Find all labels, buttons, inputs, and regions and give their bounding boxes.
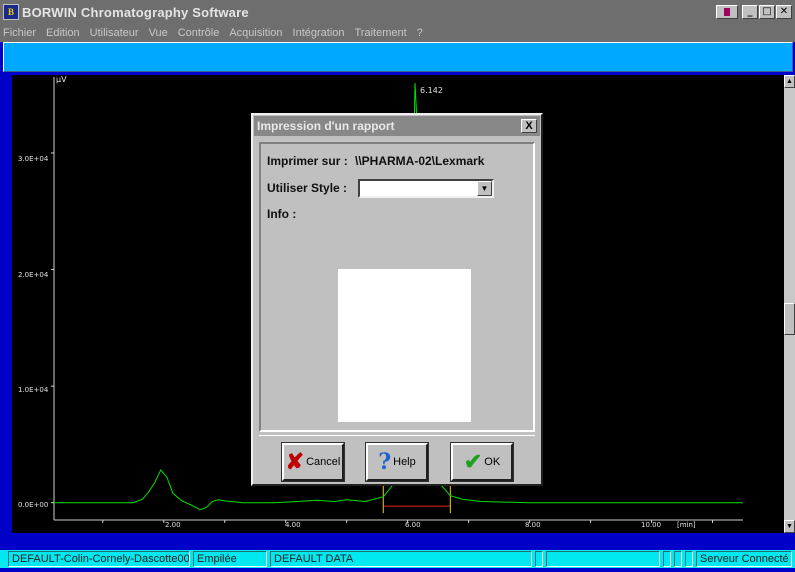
ok-button-label: OK xyxy=(484,456,501,468)
x-tick-label: 2.00 xyxy=(165,521,181,529)
menu-integration[interactable]: Intégration xyxy=(293,27,345,39)
style-label: Utiliser Style : xyxy=(267,181,348,195)
printer-label: Imprimer sur : xyxy=(267,154,348,168)
peak-label: 6.142 xyxy=(420,86,443,95)
menu-utilisateur[interactable]: Utilisateur xyxy=(90,27,139,39)
x-tick-label: 4.00 xyxy=(285,521,301,529)
status-cell xyxy=(674,551,682,567)
title-bar[interactable]: B BORWIN Chromatography Software _ □ ✕ xyxy=(0,0,795,24)
status-data: DEFAULT DATA xyxy=(270,551,532,567)
help-context-icon[interactable] xyxy=(716,5,738,19)
status-cell xyxy=(546,551,660,567)
status-bar: DEFAULT-Colin-Cornely-Dascotte00 Empilée… xyxy=(0,550,795,568)
x-axis-unit: [min] xyxy=(677,521,696,529)
scroll-up-arrow[interactable]: ▲ xyxy=(784,75,795,88)
scroll-thumb[interactable] xyxy=(784,303,795,335)
x-tick-label: 10.00 xyxy=(641,521,662,529)
y-axis-label: µV xyxy=(56,75,67,84)
app-icon: B xyxy=(3,4,19,20)
style-select[interactable]: ▼ xyxy=(358,179,494,198)
menu-fichier[interactable]: Fichier xyxy=(3,27,36,39)
dialog-body: Imprimer sur : \\PHARMA-02\Lexmark Utili… xyxy=(259,142,535,432)
menu-acquisition[interactable]: Acquisition xyxy=(229,27,282,39)
help-button-label: Help xyxy=(393,456,416,468)
maximize-button[interactable]: □ xyxy=(759,5,775,19)
dialog-title: Impression d'un rapport xyxy=(257,119,395,133)
menu-help[interactable]: ? xyxy=(417,27,423,39)
print-report-dialog: Impression d'un rapport X Imprimer sur :… xyxy=(251,113,543,486)
check-icon: ✔ xyxy=(463,449,483,474)
status-server: Serveur Connecté xyxy=(696,551,792,567)
menu-controle[interactable]: Contrôle xyxy=(178,27,220,39)
y-tick-label: 2.0E+04 xyxy=(18,271,49,279)
report-preview xyxy=(338,269,471,422)
minimize-button[interactable]: _ xyxy=(742,5,758,19)
y-tick-label: 3.0E+04 xyxy=(18,155,49,163)
menu-vue[interactable]: Vue xyxy=(149,27,168,39)
dialog-button-area: ✘ Cancel ? Help ✔ OK xyxy=(259,435,535,482)
x-tick-label: 6.00 xyxy=(405,521,421,529)
status-cell xyxy=(685,551,693,567)
status-project: DEFAULT-Colin-Cornely-Dascotte00 xyxy=(8,551,190,567)
red-x-icon: ✘ xyxy=(285,449,305,475)
status-cell xyxy=(535,551,543,567)
y-tick-label: 0.0E+00 xyxy=(18,501,49,509)
menu-traitement[interactable]: Traitement xyxy=(355,27,407,39)
dialog-close-button[interactable]: X xyxy=(521,119,537,133)
info-label: Info : xyxy=(267,207,297,221)
cancel-button[interactable]: ✘ Cancel xyxy=(281,442,345,482)
dialog-title-bar[interactable]: Impression d'un rapport X xyxy=(254,116,540,136)
window-title: BORWIN Chromatography Software xyxy=(22,4,249,20)
y-tick-label: 1.0E+04 xyxy=(18,386,49,394)
status-mode: Empilée xyxy=(193,551,267,567)
ok-button[interactable]: ✔ OK xyxy=(450,442,514,482)
cancel-button-label: Cancel xyxy=(306,456,341,468)
question-mark-icon: ? xyxy=(378,449,392,475)
scroll-down-arrow[interactable]: ▼ xyxy=(784,520,795,533)
vertical-scrollbar[interactable]: ▲ ▼ xyxy=(784,75,795,533)
toolbar xyxy=(3,42,793,72)
menu-bar: Fichier Edition Utilisateur Vue Contrôle… xyxy=(0,24,795,42)
help-button[interactable]: ? Help xyxy=(365,442,429,482)
chevron-down-icon[interactable]: ▼ xyxy=(477,181,492,196)
status-cell xyxy=(663,551,671,567)
menu-edition[interactable]: Edition xyxy=(46,27,80,39)
printer-value: \\PHARMA-02\Lexmark xyxy=(355,154,485,168)
close-window-button[interactable]: ✕ xyxy=(776,5,792,19)
x-tick-label: 8.00 xyxy=(525,521,541,529)
